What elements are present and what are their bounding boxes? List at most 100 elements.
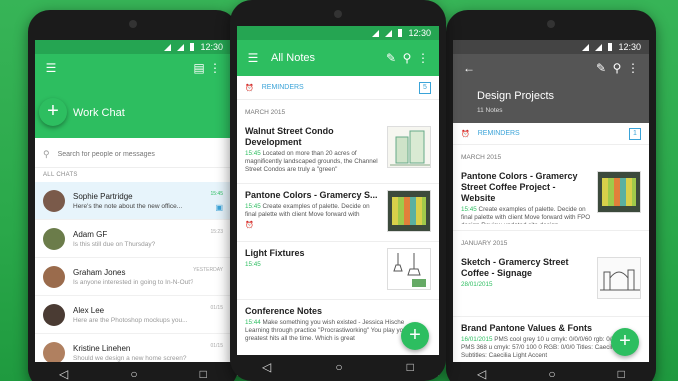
status-time: 12:30	[200, 42, 223, 52]
signal-icon	[177, 43, 185, 51]
back-icon[interactable]: ◁	[477, 368, 486, 380]
recents-icon[interactable]: □	[407, 361, 414, 373]
month-heading: MARCH 2015	[461, 154, 502, 161]
more-icon[interactable]: ⋮	[625, 60, 641, 76]
note-date: 28/01/2015	[461, 281, 493, 288]
search-icon: ⚲	[43, 149, 50, 159]
sketch-thumbnail	[597, 257, 641, 299]
new-note-icon[interactable]: ✎	[383, 50, 399, 66]
system-nav-bar: ◁ ○ □	[230, 355, 446, 379]
note-item[interactable]: Pantone Colors - Gramercy S... 15:45 Cre…	[237, 184, 439, 242]
chat-item[interactable]: Adam GF Is this still due on Thursday? 15…	[35, 220, 231, 258]
note-date: 15:44	[245, 319, 261, 326]
menu-icon[interactable]: ☰	[245, 50, 261, 66]
search-icon[interactable]: ⚲	[609, 60, 625, 76]
chat-time: 15:45	[210, 191, 223, 197]
chat-time: 01/15	[210, 343, 223, 349]
back-icon[interactable]: ◁	[59, 368, 68, 380]
section-heading: ALL CHATS	[43, 172, 78, 178]
reminder-icon: ⏰	[461, 130, 470, 138]
chat-message: Is this still due on Thursday?	[73, 240, 156, 248]
wifi-icon	[164, 43, 172, 51]
new-note-icon[interactable]: ✎	[593, 60, 609, 76]
status-bar: 12:30	[35, 40, 231, 54]
chat-list: Sophie Partridge Here's the note about th…	[35, 182, 231, 370]
sketch-thumbnail	[387, 248, 431, 290]
note-title: Conference Notes	[245, 306, 323, 316]
reminders-bar[interactable]: ⏰ REMINDERS 5	[237, 76, 439, 100]
month-heading: MARCH 2015	[245, 109, 286, 116]
recents-icon[interactable]: □	[200, 368, 207, 380]
menu-icon[interactable]: ☰	[43, 60, 59, 76]
home-icon[interactable]: ○	[548, 368, 555, 380]
battery-icon	[190, 43, 195, 51]
reminders-bar[interactable]: ⏰ REMINDERS 1	[453, 123, 649, 145]
building-thumbnail	[387, 126, 431, 168]
building-sketch-icon	[390, 130, 430, 166]
note-date: 15:45	[245, 150, 261, 157]
avatar	[43, 303, 65, 326]
screen: 12:30 ☰ All Notes ✎ ⚲ ⋮ ⏰ REMINDERS 5 MA…	[237, 26, 439, 376]
phone-all-notes: 12:30 ☰ All Notes ✎ ⚲ ⋮ ⏰ REMINDERS 5 MA…	[230, 0, 446, 381]
chat-name: Graham Jones	[73, 267, 126, 277]
notes-count: 11 Notes	[477, 107, 503, 114]
status-bar: 12:30	[453, 40, 649, 54]
bridge-sketch-icon	[600, 269, 640, 291]
note-title: Walnut Street Condo Development	[245, 126, 334, 147]
chat-item[interactable]: Sophie Partridge Here's the note about th…	[35, 182, 231, 220]
swatches-thumbnail	[597, 171, 641, 213]
add-chat-button[interactable]: +	[39, 98, 67, 126]
wifi-icon	[372, 29, 380, 37]
home-icon[interactable]: ○	[335, 361, 342, 373]
speaker	[547, 20, 555, 28]
note-date: 15:45	[245, 261, 261, 268]
wifi-icon	[582, 43, 590, 51]
recents-icon[interactable]: □	[618, 368, 625, 380]
note-snippet: Located on more than 20 acres of magnifi…	[245, 150, 378, 173]
search-bar[interactable]: ⚲	[35, 142, 231, 168]
add-note-button[interactable]: +	[611, 328, 639, 356]
more-icon[interactable]: ⋮	[207, 60, 223, 76]
notebook-title: Design Projects	[477, 90, 555, 102]
month-heading: JANUARY 2015	[461, 240, 508, 247]
search-input[interactable]	[57, 151, 198, 158]
speaker	[334, 10, 342, 18]
add-note-button[interactable]: +	[401, 322, 429, 350]
back-arrow-icon[interactable]: ←	[461, 60, 477, 76]
notebook-icon[interactable]: ▤	[191, 60, 207, 76]
note-attachment-icon: ▣	[215, 203, 223, 212]
chat-time: 15:23	[210, 229, 223, 235]
note-item[interactable]: Sketch - Gramercy Street Coffee - Signag…	[453, 251, 649, 317]
more-icon[interactable]: ⋮	[415, 50, 431, 66]
chat-time: YESTERDAY	[193, 267, 223, 273]
chat-time: 01/15	[210, 305, 223, 311]
status-bar: 12:30	[237, 26, 439, 40]
lamp-sketch-icon	[393, 253, 426, 287]
note-item[interactable]: Pantone Colors - Gramercy Street Coffee …	[453, 165, 649, 231]
chat-message: Should we design a new home screen?	[73, 354, 187, 362]
chat-item[interactable]: Graham Jones Is anyone interested in goin…	[35, 258, 231, 296]
note-title: Pantone Colors - Gramercy Street Coffee …	[461, 171, 578, 203]
signal-icon	[385, 29, 393, 37]
chat-name: Alex Lee	[73, 305, 105, 315]
note-item[interactable]: Walnut Street Condo Development 15:45 Lo…	[237, 120, 439, 184]
avatar	[43, 227, 65, 250]
home-icon[interactable]: ○	[130, 368, 137, 380]
note-item[interactable]: Light Fixtures 15:45	[237, 242, 439, 300]
battery-icon	[398, 29, 403, 37]
reminders-count: 5	[419, 81, 431, 94]
app-header: 12:30 ☰ ▤ ⋮ Work Chat +	[35, 40, 231, 138]
search-icon[interactable]: ⚲	[399, 50, 415, 66]
chat-item[interactable]: Alex Lee Here are the Photoshop mockups y…	[35, 296, 231, 334]
avatar	[43, 265, 65, 288]
signal-icon	[595, 43, 603, 51]
app-header: 12:30 ← ✎ ⚲ ⋮ Design Projects 11 Notes	[453, 40, 649, 123]
reminders-label: REMINDERS	[261, 84, 304, 91]
reminders-label: REMINDERS	[477, 130, 520, 137]
back-icon[interactable]: ◁	[262, 361, 271, 373]
chat-name: Adam GF	[73, 229, 108, 239]
note-date: 15:45	[245, 203, 261, 210]
reminder-icon: ⏰	[245, 222, 254, 229]
app-header: 12:30 ☰ All Notes ✎ ⚲ ⋮	[237, 26, 439, 76]
note-date: 16/01/2015	[461, 336, 493, 343]
